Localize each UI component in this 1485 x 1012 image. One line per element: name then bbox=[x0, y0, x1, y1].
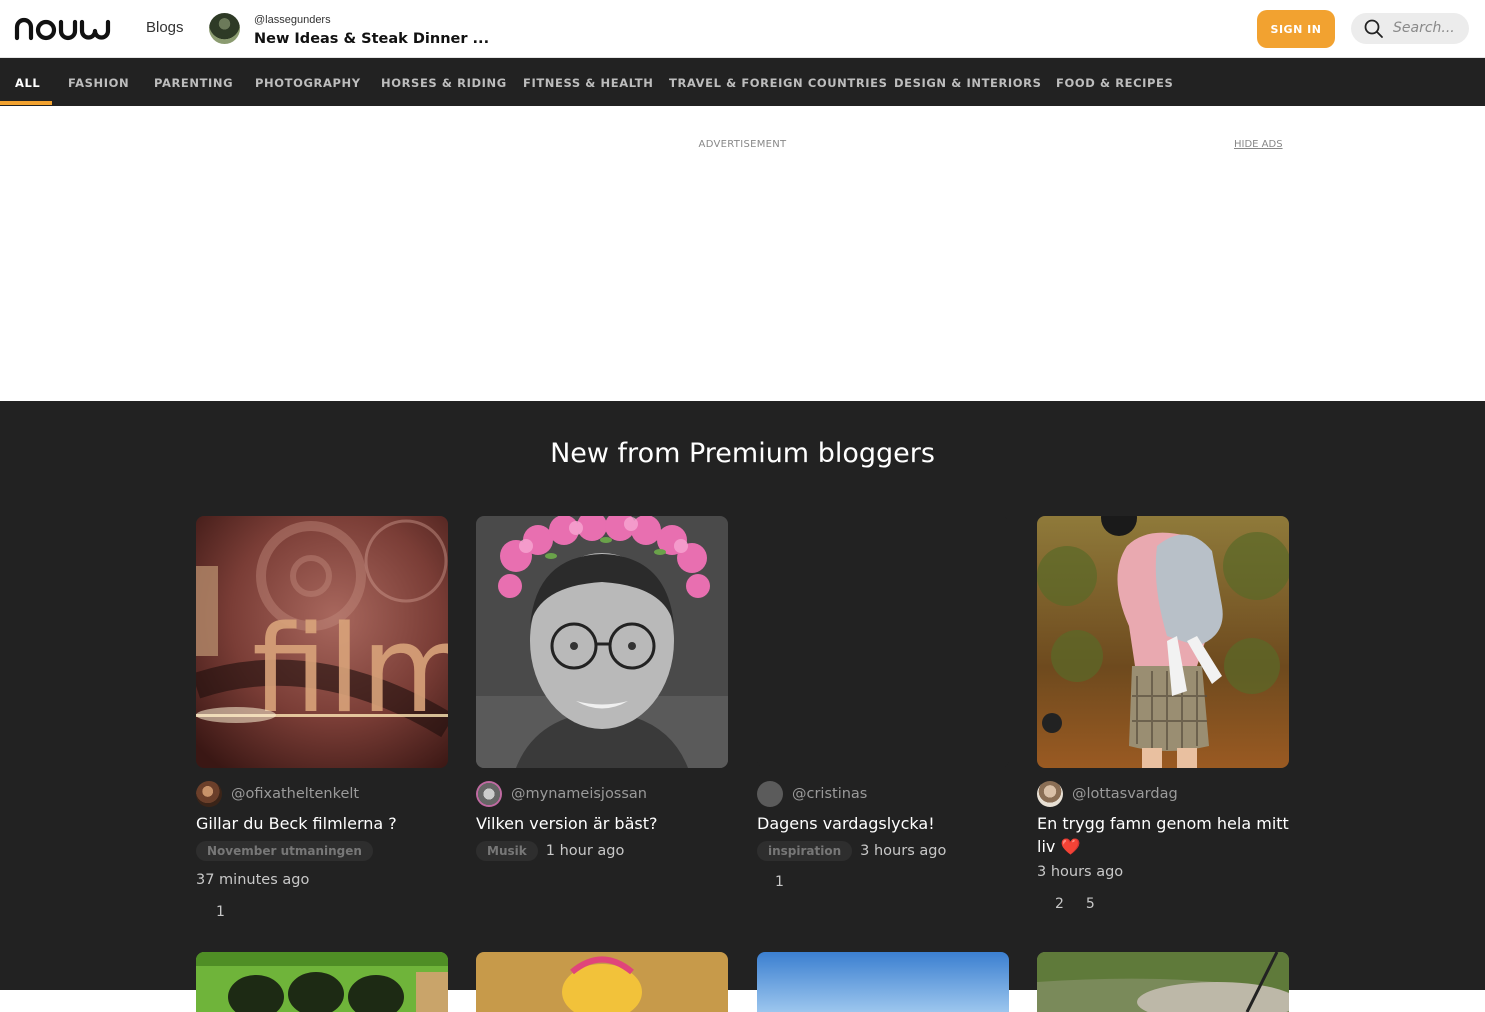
post-image[interactable]: film bbox=[196, 516, 448, 768]
post-author[interactable]: @mynameisjossan bbox=[476, 781, 728, 809]
section-heading: New from Premium bloggers bbox=[550, 438, 935, 469]
search-placeholder: Search... bbox=[1393, 20, 1455, 36]
premium-section: New from Premium bloggers film @ofixathe… bbox=[0, 401, 1485, 1012]
post-title[interactable]: Vilken version är bäst? bbox=[476, 812, 728, 835]
post-stats: 25 bbox=[1055, 896, 1117, 912]
author-handle: @mynameisjossan bbox=[511, 786, 647, 802]
search-icon bbox=[1364, 19, 1383, 38]
post-meta: Musik 1 hour ago bbox=[476, 841, 624, 861]
author-handle: @ofixatheltenkelt bbox=[231, 786, 360, 802]
post-tag[interactable]: Musik bbox=[476, 841, 538, 861]
post-card[interactable]: @lottasvardag En trygg famn genom hela m… bbox=[1037, 516, 1289, 912]
ad-slot: ADVERTISEMENT HIDE ADS bbox=[0, 106, 1485, 402]
author-avatar bbox=[196, 781, 222, 807]
tab-parenting[interactable]: PARENTING bbox=[154, 58, 233, 106]
active-tab-indicator bbox=[0, 101, 52, 105]
post-author[interactable]: @ofixatheltenkelt bbox=[196, 781, 448, 809]
tab-design-interiors[interactable]: DESIGN & INTERIORS bbox=[894, 58, 1042, 106]
like-count: 1 bbox=[775, 874, 784, 890]
like-count: 2 bbox=[1055, 896, 1064, 912]
post-image[interactable] bbox=[1037, 516, 1289, 768]
post-image[interactable] bbox=[476, 516, 728, 768]
post-stats: 1 bbox=[775, 874, 806, 890]
post-title[interactable]: Gillar du Beck filmlerna ? bbox=[196, 812, 448, 835]
tab-all[interactable]: ALL bbox=[15, 58, 40, 106]
current-blog[interactable]: @lassegunders New Ideas & Steak Dinner .… bbox=[209, 13, 499, 49]
tab-photography[interactable]: PHOTOGRAPHY bbox=[255, 58, 361, 106]
search-input[interactable]: Search... bbox=[1351, 13, 1469, 44]
post-card[interactable]: @mynameisjossan Vilken version är bäst? … bbox=[476, 516, 728, 861]
post-card[interactable] bbox=[1037, 952, 1289, 1012]
svg-text:film: film bbox=[252, 601, 448, 740]
post-card[interactable] bbox=[196, 952, 448, 1012]
author-avatar bbox=[1037, 781, 1063, 807]
post-image[interactable] bbox=[757, 516, 1009, 768]
post-time-row: 37 minutes ago bbox=[196, 872, 309, 888]
post-card[interactable] bbox=[476, 952, 728, 1012]
tab-fashion[interactable]: FASHION bbox=[68, 58, 129, 106]
author-avatar bbox=[476, 781, 502, 807]
author-handle: @cristinas bbox=[792, 786, 868, 802]
post-card[interactable] bbox=[757, 952, 1009, 1012]
tab-horses-riding[interactable]: HORSES & RIDING bbox=[381, 58, 507, 106]
post-title[interactable]: Dagens vardagslycka! bbox=[757, 812, 1009, 835]
post-title[interactable]: En trygg famn genom hela mitt liv ❤️ bbox=[1037, 812, 1289, 858]
author-handle: @lottasvardag bbox=[1072, 786, 1178, 802]
post-card[interactable]: film @ofixatheltenkelt Gillar du Beck fi… bbox=[196, 516, 448, 920]
hide-ads-link[interactable]: HIDE ADS bbox=[1234, 139, 1283, 150]
blog-title: New Ideas & Steak Dinner ... bbox=[254, 31, 490, 47]
tab-food-recipes[interactable]: FOOD & RECIPES bbox=[1056, 58, 1173, 106]
post-author[interactable]: @cristinas bbox=[757, 781, 1009, 809]
blogs-link[interactable]: Blogs bbox=[146, 19, 184, 36]
tab-travel[interactable]: TRAVEL & FOREIGN COUNTRIES bbox=[669, 58, 888, 106]
author-avatar bbox=[757, 781, 783, 807]
post-meta: November utmaningen bbox=[196, 841, 381, 861]
tab-fitness-health[interactable]: FITNESS & HEALTH bbox=[523, 58, 653, 106]
post-tag[interactable]: November utmaningen bbox=[196, 841, 373, 861]
like-count: 1 bbox=[216, 904, 225, 920]
post-tag[interactable]: inspiration bbox=[757, 841, 853, 861]
comment-count: 5 bbox=[1085, 896, 1095, 912]
post-time: 3 hours ago bbox=[860, 843, 947, 859]
blog-handle: @lassegunders bbox=[254, 14, 331, 26]
post-time: 3 hours ago bbox=[1037, 864, 1124, 880]
post-meta: inspiration 3 hours ago bbox=[757, 841, 946, 861]
site-header: Blogs @lassegunders New Ideas & Steak Di… bbox=[0, 0, 1485, 58]
post-time: 37 minutes ago bbox=[196, 872, 310, 888]
category-nav: ALL FASHION PARENTING PHOTOGRAPHY HORSES… bbox=[0, 58, 1485, 106]
post-time: 1 hour ago bbox=[545, 843, 625, 859]
post-time-row: 3 hours ago bbox=[1037, 864, 1123, 880]
blog-avatar bbox=[209, 13, 240, 44]
sign-in-button[interactable]: SIGN IN bbox=[1257, 10, 1335, 48]
post-card[interactable]: @cristinas Dagens vardagslycka! inspirat… bbox=[757, 516, 1009, 890]
nouw-logo[interactable] bbox=[14, 14, 114, 42]
post-author[interactable]: @lottasvardag bbox=[1037, 781, 1289, 809]
post-stats: 1 bbox=[216, 904, 247, 920]
